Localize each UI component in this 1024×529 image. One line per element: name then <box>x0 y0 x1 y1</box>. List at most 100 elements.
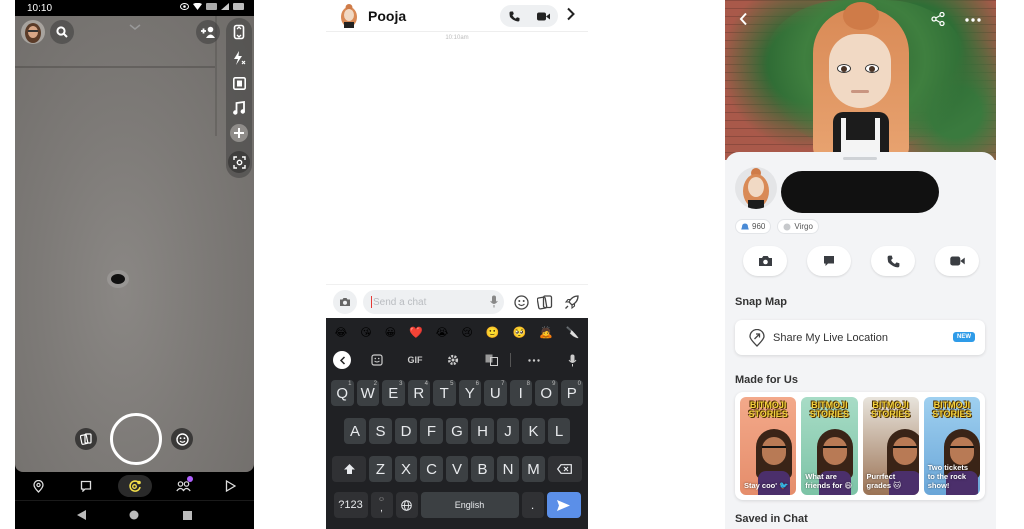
emoji-suggestion[interactable]: 😘 <box>360 326 371 339</box>
key-i[interactable]: I8 <box>509 380 532 406</box>
nav-map[interactable] <box>24 475 54 497</box>
nav-spotlight[interactable] <box>216 475 246 497</box>
voice-call-button[interactable] <box>871 246 915 276</box>
key-z[interactable]: Z <box>369 456 392 482</box>
keyboard-back-button[interactable] <box>326 348 358 372</box>
key-n[interactable]: N <box>496 456 520 482</box>
send-key[interactable] <box>546 492 581 518</box>
emoji-suggestion[interactable]: ❤️ <box>409 326 423 339</box>
symbols-key[interactable]: ?123 <box>333 492 368 518</box>
key-k[interactable]: K <box>522 418 545 444</box>
story-card[interactable]: BITMOJI STORIES What are friends for 😄 <box>801 397 858 495</box>
key-j[interactable]: J <box>496 418 520 444</box>
voice-input-button[interactable] <box>557 348 587 372</box>
comma-key[interactable]: ☺, <box>370 492 393 518</box>
mic-icon[interactable] <box>490 295 498 308</box>
profile-avatar[interactable] <box>735 167 777 209</box>
story-card[interactable]: BITMOJI STORIES Stay coo' 🐦 <box>740 397 797 495</box>
emoji-suggestion[interactable]: 😭 <box>436 326 449 339</box>
voice-call-button[interactable] <box>500 5 529 27</box>
key-y[interactable]: Y6 <box>458 380 481 406</box>
chat-input[interactable]: Send a chat <box>363 290 504 314</box>
home-icon[interactable] <box>129 510 139 520</box>
bitmoji-avatar[interactable] <box>21 20 45 44</box>
key-o[interactable]: O9 <box>535 380 558 406</box>
key-x[interactable]: X <box>394 456 418 482</box>
more-options-button[interactable] <box>965 18 981 22</box>
sticker-button[interactable] <box>358 348 396 372</box>
gif-button[interactable]: GIF <box>396 348 434 372</box>
back-icon[interactable] <box>76 510 86 520</box>
language-key[interactable] <box>395 492 418 518</box>
chevron-right-icon[interactable] <box>566 7 575 21</box>
contact-name[interactable]: Pooja <box>368 8 406 24</box>
space-key[interactable]: English <box>420 492 519 518</box>
video-frame-button[interactable] <box>228 72 250 94</box>
emoji-suggestion[interactable]: 😂 <box>334 326 347 339</box>
key-g[interactable]: G <box>445 418 469 444</box>
key-l[interactable]: L <box>547 418 571 444</box>
share-button[interactable] <box>931 12 945 26</box>
translate-button[interactable] <box>472 348 510 372</box>
search-button[interactable] <box>50 20 74 44</box>
key-r[interactable]: R4 <box>407 380 430 406</box>
story-card[interactable]: BITMOJI STORIES Purrfect grades 🐱 <box>862 397 919 495</box>
key-t[interactable]: T5 <box>433 380 456 406</box>
more-tools-button[interactable] <box>228 122 250 144</box>
key-b[interactable]: B <box>471 456 494 482</box>
snap-score-chip[interactable]: 960 <box>735 219 772 234</box>
shift-key[interactable] <box>332 456 367 482</box>
backspace-key[interactable] <box>547 456 582 482</box>
key-d[interactable]: D <box>394 418 418 444</box>
add-friend-button[interactable] <box>196 20 220 44</box>
music-button[interactable] <box>228 97 250 119</box>
flip-camera-button[interactable] <box>228 21 250 43</box>
story-card[interactable]: BITMOJI STORIES Two tickets to the rock s… <box>923 397 980 495</box>
memories-button[interactable] <box>75 428 97 450</box>
video-call-button[interactable] <box>935 246 979 276</box>
key-e[interactable]: E3 <box>382 380 405 406</box>
key-u[interactable]: U7 <box>484 380 507 406</box>
emoji-suggestion[interactable]: 🥺 <box>512 326 526 339</box>
snap-camera-button[interactable] <box>743 246 787 276</box>
chevron-down-icon[interactable] <box>129 24 141 30</box>
key-s[interactable]: S <box>369 418 392 444</box>
key-w[interactable]: W2 <box>356 380 379 406</box>
key-f[interactable]: F <box>420 418 443 444</box>
capture-button[interactable] <box>110 413 162 465</box>
emoji-suggestion[interactable]: 🙇 <box>539 326 553 339</box>
emoji-suggestion[interactable]: 🔪 <box>566 326 580 339</box>
recents-icon[interactable] <box>183 510 193 520</box>
lens-button[interactable] <box>171 428 193 450</box>
camera-viewfinder[interactable] <box>15 16 254 472</box>
key-v[interactable]: V <box>445 456 469 482</box>
memories-button[interactable] <box>536 293 554 311</box>
zodiac-chip[interactable]: Virgo <box>777 219 819 234</box>
games-button[interactable] <box>562 293 580 311</box>
flash-button[interactable] <box>228 47 250 69</box>
settings-button[interactable] <box>434 348 472 372</box>
emoji-suggestion[interactable]: 🙂 <box>486 326 500 339</box>
nav-stories[interactable] <box>169 475 199 497</box>
key-h[interactable]: H <box>471 418 494 444</box>
drag-handle[interactable] <box>843 157 877 160</box>
back-button[interactable] <box>739 12 748 26</box>
camera-button[interactable] <box>333 290 357 314</box>
scan-button[interactable] <box>228 151 250 173</box>
contact-avatar[interactable] <box>338 4 360 28</box>
emoji-suggestion[interactable]: 😀 <box>385 326 396 339</box>
video-call-button[interactable] <box>529 5 558 27</box>
key-p[interactable]: P0 <box>560 380 583 406</box>
more-button[interactable] <box>511 348 557 372</box>
chat-button[interactable] <box>807 246 851 276</box>
nav-chat[interactable] <box>71 475 101 497</box>
period-key[interactable]: . <box>521 492 544 518</box>
key-m[interactable]: M <box>522 456 545 482</box>
key-a[interactable]: A <box>343 418 367 444</box>
emoji-suggestion[interactable]: 😢 <box>461 326 472 339</box>
emoji-button[interactable] <box>512 293 530 311</box>
share-live-location-button[interactable]: Share My Live Location NEW <box>735 320 985 355</box>
key-c[interactable]: C <box>420 456 443 482</box>
nav-camera[interactable] <box>117 475 152 497</box>
key-q[interactable]: Q1 <box>331 380 354 406</box>
